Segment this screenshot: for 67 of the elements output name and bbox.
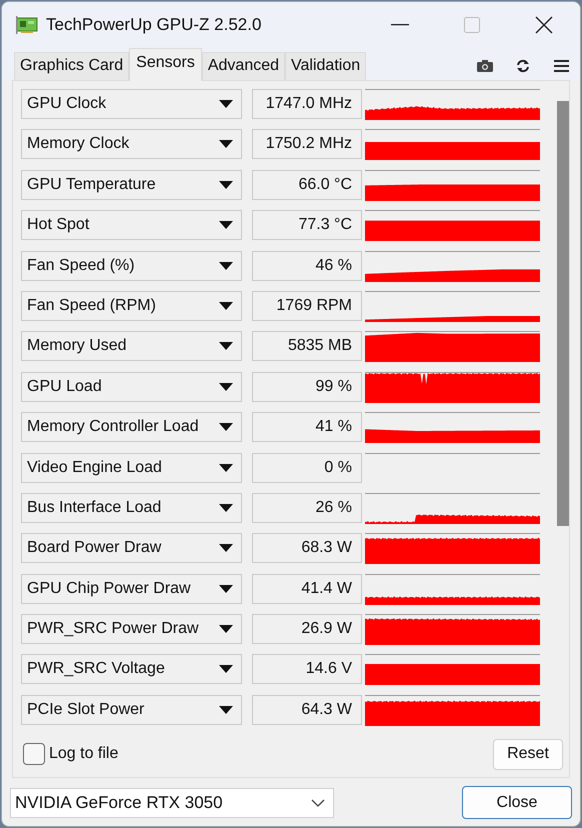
sensor-value: 41 % <box>252 412 362 442</box>
sensor-value: 14.6 V <box>252 654 362 684</box>
sensor-dropdown[interactable]: Board Power Draw <box>21 533 242 564</box>
sensor-dropdown[interactable]: Hot Spot <box>21 210 242 240</box>
caret-icon <box>219 544 233 552</box>
sensor-dropdown[interactable]: Bus Interface Load <box>21 492 242 523</box>
sensor-value: 46 % <box>252 250 362 281</box>
sensor-dropdown[interactable]: Fan Speed (RPM) <box>21 290 242 321</box>
sensor-dropdown[interactable]: GPU Load <box>21 372 242 402</box>
sensor-value: 66.0 °C <box>252 170 362 200</box>
refresh-icon[interactable] <box>514 57 532 75</box>
caret-icon <box>219 262 233 270</box>
sensor-dropdown[interactable]: PWR_SRC Voltage <box>21 654 242 684</box>
sensor-dropdown[interactable]: PWR_SRC Power Draw <box>21 614 242 644</box>
caret-icon <box>219 100 233 108</box>
window-title: TechPowerUp GPU-Z 2.52.0 <box>46 15 262 35</box>
close-button[interactable]: Close <box>462 786 572 819</box>
chevron-down-icon <box>311 798 325 806</box>
reset-button[interactable]: Reset <box>493 738 563 770</box>
sensor-value: 64.3 W <box>252 694 362 725</box>
sensor-dropdown[interactable]: Memory Clock <box>21 129 242 160</box>
tab[interactable]: Graphics Card <box>14 52 130 80</box>
caret-icon <box>219 382 233 391</box>
caret-icon <box>219 423 233 432</box>
sensor-dropdown[interactable]: PCIe Slot Power <box>21 694 242 725</box>
sensor-dropdown[interactable]: Memory Controller Load <box>21 412 242 442</box>
sensor-dropdown[interactable]: Video Engine Load <box>21 452 242 483</box>
scrollbar-thumb[interactable] <box>557 101 569 526</box>
sensor-value: 41.4 W <box>252 574 362 604</box>
caret-icon <box>219 140 233 148</box>
tab[interactable]: Validation <box>285 52 366 80</box>
tab[interactable]: Sensors <box>129 48 202 81</box>
sensor-value: 0 % <box>252 452 362 483</box>
sensor-dropdown[interactable]: Memory Used <box>21 331 242 362</box>
caret-icon <box>219 464 233 472</box>
checkbox-label: Log to file <box>49 745 118 763</box>
gpu-select[interactable]: NVIDIA GeForce RTX 3050 <box>10 788 334 818</box>
sensor-value: 26.9 W <box>252 614 362 644</box>
caret-icon <box>219 342 233 350</box>
menu-icon[interactable] <box>552 57 570 75</box>
caret-icon <box>219 625 233 634</box>
graphics-card-icon <box>16 16 38 34</box>
sensor-value: 99 % <box>252 372 362 402</box>
caret-icon <box>219 584 233 593</box>
caret-icon <box>219 302 233 310</box>
caret-icon <box>219 504 233 512</box>
sensor-value: 77.3 °C <box>252 210 362 240</box>
sensor-dropdown[interactable]: GPU Chip Power Draw <box>21 574 242 604</box>
sensor-value: 5835 MB <box>252 331 362 362</box>
caret-icon <box>219 180 233 189</box>
sensor-dropdown[interactable]: Fan Speed (%) <box>21 250 242 281</box>
sensor-value: 1769 RPM <box>252 290 362 321</box>
tab[interactable]: Advanced <box>202 52 286 80</box>
caret-icon <box>219 665 233 674</box>
caret-icon <box>219 706 233 714</box>
sensor-value: 26 % <box>252 492 362 523</box>
sensor-value: 68.3 W <box>252 533 362 564</box>
camera-icon[interactable] <box>476 57 494 75</box>
close-icon <box>535 16 553 34</box>
minimize-icon <box>391 24 409 26</box>
sensor-dropdown[interactable]: GPU Temperature <box>21 170 242 200</box>
sensor-value: 1750.2 MHz <box>252 129 362 160</box>
sensor-dropdown[interactable]: GPU Clock <box>21 89 242 119</box>
maximize-icon <box>464 17 480 33</box>
sensor-value: 1747.0 MHz <box>252 89 362 119</box>
caret-icon <box>219 221 233 230</box>
checkbox[interactable] <box>23 743 45 765</box>
